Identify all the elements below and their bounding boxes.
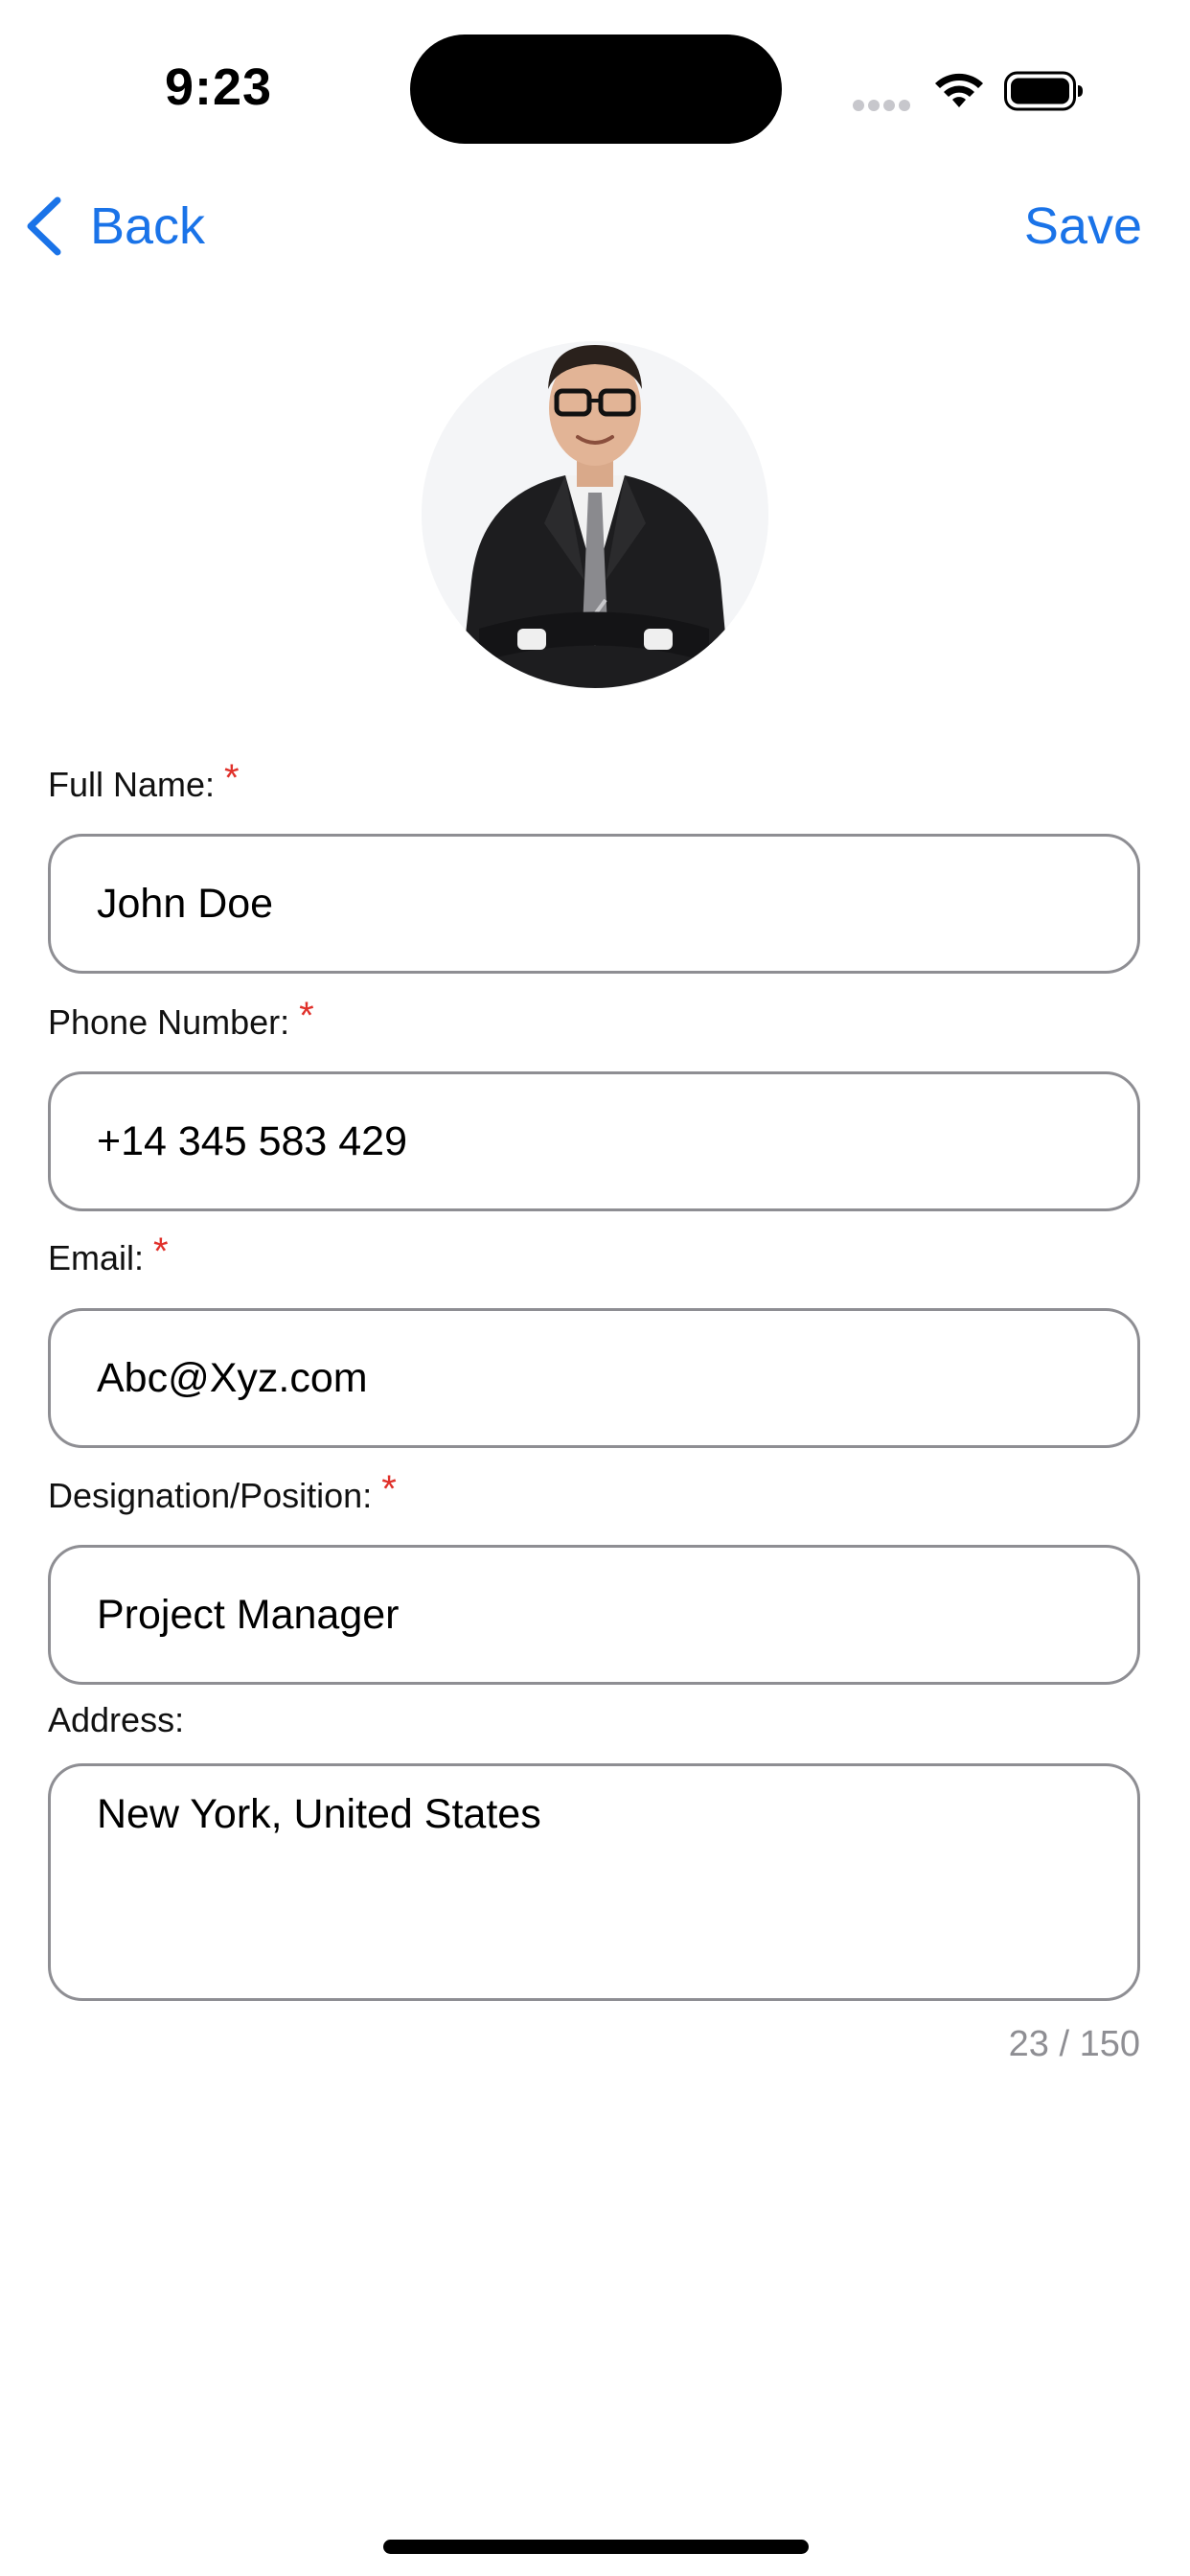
- designation-value: Project Manager: [97, 1591, 400, 1638]
- address-textarea[interactable]: New York, United States: [48, 1763, 1140, 2001]
- battery-icon: [1004, 71, 1083, 111]
- address-label-text: Address:: [48, 1700, 185, 1739]
- address-label: Address:: [48, 1700, 184, 1740]
- email-input[interactable]: Abc@Xyz.com: [48, 1308, 1140, 1448]
- full-name-label-text: Full Name:: [48, 765, 216, 804]
- phone-number-label-text: Phone Number:: [48, 1002, 290, 1042]
- status-time: 9:23: [165, 58, 273, 116]
- phone-number-input[interactable]: +14 345 583 429: [48, 1071, 1140, 1211]
- phone-number-label: Phone Number: *: [48, 995, 314, 1044]
- address-value: New York, United States: [97, 1791, 541, 1837]
- address-character-count: 23 / 150: [1008, 2024, 1140, 2064]
- designation-label-text: Designation/Position:: [48, 1476, 373, 1515]
- required-asterisk: *: [153, 1230, 169, 1273]
- back-label: Back: [90, 197, 206, 255]
- email-label-text: Email:: [48, 1238, 145, 1277]
- required-asterisk: *: [381, 1468, 397, 1510]
- profile-avatar[interactable]: [422, 341, 768, 688]
- full-name-value: John Doe: [97, 880, 274, 927]
- wifi-icon: [935, 73, 983, 107]
- person-photo: [422, 341, 768, 688]
- dynamic-island: [410, 34, 782, 144]
- save-button[interactable]: Save: [1024, 192, 1142, 261]
- required-asterisk: *: [224, 757, 240, 799]
- chevron-left-icon: [27, 196, 61, 256]
- required-asterisk: *: [299, 995, 314, 1037]
- full-name-input[interactable]: John Doe: [48, 834, 1140, 974]
- full-name-label: Full Name: *: [48, 757, 240, 806]
- phone-number-value: +14 345 583 429: [97, 1117, 408, 1164]
- email-value: Abc@Xyz.com: [97, 1354, 368, 1401]
- designation-input[interactable]: Project Manager: [48, 1545, 1140, 1685]
- designation-label: Designation/Position: *: [48, 1468, 397, 1517]
- cellular-signal-icon: [853, 99, 914, 111]
- home-indicator[interactable]: [383, 2540, 809, 2554]
- back-button[interactable]: Back: [23, 192, 205, 261]
- email-label: Email: *: [48, 1230, 169, 1279]
